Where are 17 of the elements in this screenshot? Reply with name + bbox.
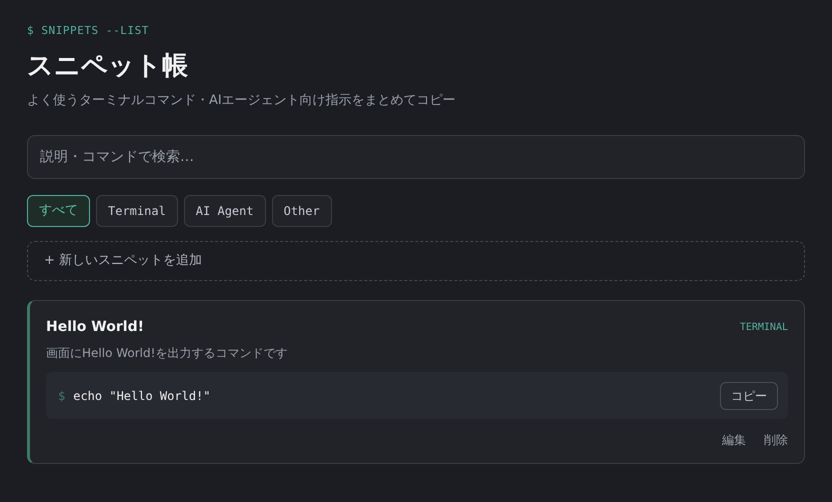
page-subtitle: よく使うターミナルコマンド・AIエージェント向け指示をまとめてコピー (27, 92, 457, 110)
filter-tab[interactable]: Other (272, 195, 332, 227)
snippet-description: 画面にHello World!を出力するコマンドです (46, 345, 288, 362)
add-snippet-button[interactable]: + 新しいスニペットを追加 (27, 241, 805, 281)
prompt-symbol: $ (58, 388, 66, 404)
page-title: スニペット帳 (27, 50, 189, 82)
filter-tab[interactable]: すべて (27, 195, 90, 227)
command-text: echo "Hello World!" (73, 388, 211, 404)
snippet-title: Hello World! (46, 318, 144, 337)
search-field[interactable]: 説明・コマンドで検索… (27, 135, 805, 179)
filter-tab[interactable]: AI Agent (184, 195, 266, 227)
copy-button[interactable]: コピー (720, 382, 778, 410)
action-link[interactable]: 編集 (722, 431, 746, 449)
action-link[interactable]: 削除 (764, 431, 788, 449)
command-heading: $ SNIPPETS --LIST (27, 24, 150, 38)
category-label: TERMINAL (740, 321, 788, 335)
filter-tab[interactable]: Terminal (96, 195, 178, 227)
